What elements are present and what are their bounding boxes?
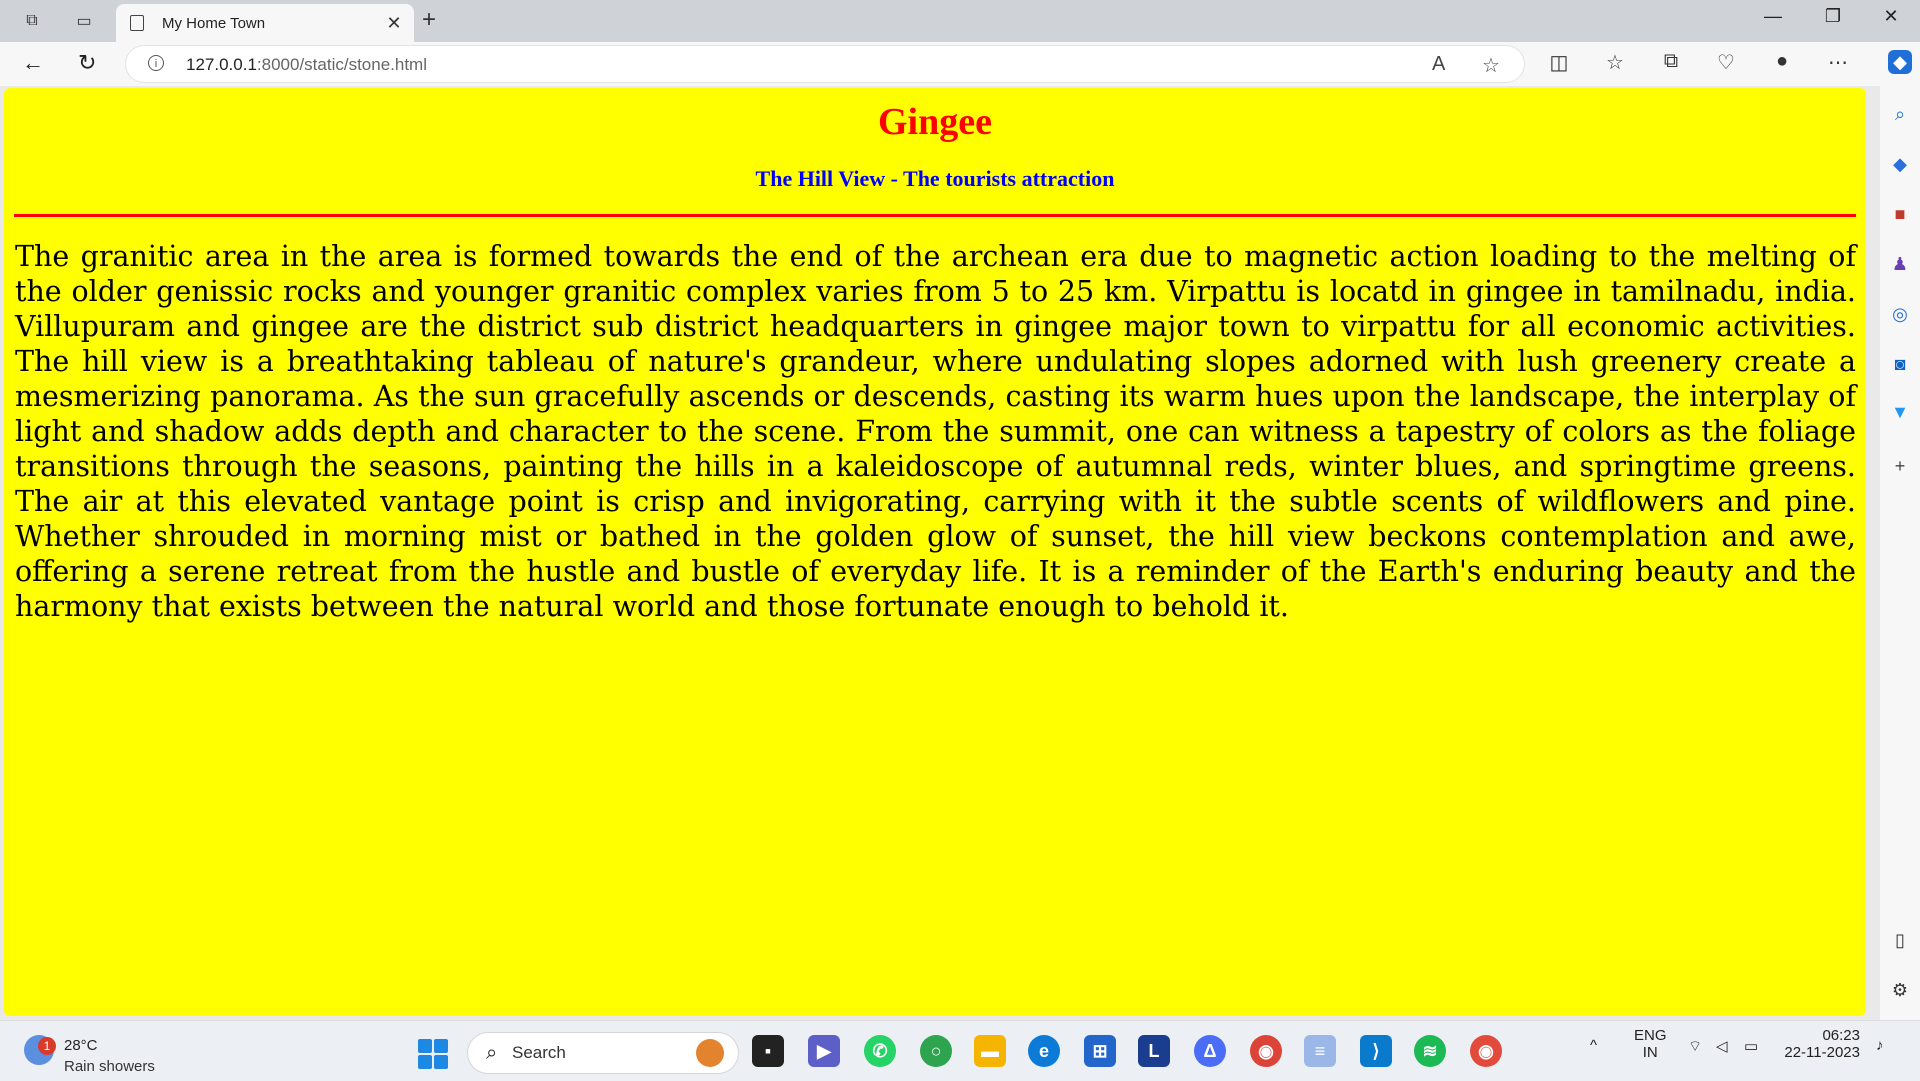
taskbar: 1 28°C Rain showers ⌕ Search ▪ ▶ ✆ ○ ▬ e… [0,1020,1920,1081]
vscode-icon[interactable]: ⟩ [1360,1035,1392,1067]
page-icon [130,15,144,31]
spotify-icon[interactable]: ≋ [1414,1035,1446,1067]
chrome-icon[interactable]: ◉ [1250,1035,1282,1067]
back-icon[interactable]: ← [22,50,44,76]
collections-icon[interactable]: ⧉ [1656,50,1686,73]
search-icon: ⌕ [486,1042,498,1064]
horizontal-rule [14,214,1856,217]
page-viewport: Gingee The Hill View - The tourists attr… [4,88,1866,1016]
browser-toolbar: ← ↻ i 127.0.0.1:8000/static/stone.html A… [0,42,1880,86]
clock[interactable]: 06:23 22-11-2023 [1784,1027,1860,1061]
weather-temp: 28°C [64,1037,98,1054]
copilot-icon[interactable]: ◆ [1888,50,1912,74]
favorites-icon[interactable]: ☆ [1600,50,1630,75]
hide-sidebar-icon[interactable]: ▯ [1888,928,1912,952]
chrome-profile-icon[interactable]: ◉ [1470,1035,1502,1067]
taskbar-search[interactable]: ⌕ Search [468,1033,738,1073]
minimize-button[interactable]: — [1750,6,1796,27]
microsoft-store-icon[interactable]: ⊞ [1084,1035,1116,1067]
tab-close-icon[interactable]: ✕ [382,13,406,34]
url-text: 127.0.0.1:8000/static/stone.html [186,55,427,75]
page-subtitle: The Hill View - The tourists attraction [755,166,1115,191]
restore-button[interactable]: ❐ [1810,6,1856,27]
battery-icon[interactable]: ▭ [1744,1037,1758,1055]
wifi-icon[interactable]: ⌔ [1688,1037,1702,1056]
delta-app-icon[interactable]: Δ [1194,1035,1226,1067]
read-aloud-icon[interactable]: A [1432,53,1445,76]
new-tab-button[interactable]: + [422,6,436,34]
start-button[interactable] [418,1039,448,1069]
tab-actions-icon[interactable]: ▭ [70,8,98,34]
l-app-icon[interactable]: L [1138,1035,1170,1067]
games-icon[interactable]: ♟ [1888,252,1912,276]
weather-badge: 1 [38,1037,56,1055]
profile-icon[interactable]: ● [1767,50,1797,73]
edge-sidebar: ◆ ⌕ ◆ ■ ♟ ◎ ◙ ▼ + ▯ ⚙ [1880,42,1920,1020]
search-icon[interactable]: ⌕ [1888,102,1912,126]
refresh-icon[interactable]: ↻ [78,50,96,76]
edge-icon[interactable]: e [1028,1035,1060,1067]
close-window-button[interactable]: ✕ [1868,6,1914,27]
site-info-icon[interactable]: i [148,55,164,71]
teams-icon[interactable]: ▶ [808,1035,840,1067]
weather-condition: Rain showers [64,1058,155,1075]
language-indicator[interactable]: ENG IN [1634,1027,1667,1061]
tab-title: My Home Town [162,14,266,32]
address-bar[interactable]: i 127.0.0.1:8000/static/stone.html A ☆ [126,46,1524,82]
url-host: 127.0.0.1 [186,55,257,74]
camu-icon[interactable]: ≡ [1304,1035,1336,1067]
sidebar-settings-icon[interactable]: ⚙ [1888,978,1912,1002]
task-view-icon[interactable]: ▪ [752,1035,784,1067]
language-region: IN [1642,1044,1658,1061]
search-highlight-icon [696,1039,724,1067]
circle-app-icon[interactable]: ○ [920,1035,952,1067]
browser-essentials-icon[interactable]: ♡ [1711,50,1741,75]
notification-bell-icon[interactable]: ♪ [1876,1037,1884,1054]
body-paragraph: The granitic area in the area is formed … [15,240,1856,623]
more-menu-icon[interactable]: ⋯ [1823,50,1853,75]
whatsapp-icon[interactable]: ✆ [864,1035,896,1067]
browser-titlebar: ⧉ ▭ My Home Town ✕ + — ❐ ✕ [0,0,1920,42]
favorite-star-icon[interactable]: ☆ [1482,53,1500,78]
language-code: ENG [1634,1027,1667,1044]
url-path: :8000/static/stone.html [256,55,427,74]
clock-time: 06:23 [1822,1027,1860,1044]
file-explorer-icon[interactable]: ▬ [974,1035,1006,1067]
split-screen-icon[interactable]: ◫ [1544,50,1574,75]
show-hidden-icons-icon[interactable]: ^ [1590,1037,1597,1054]
drop-icon[interactable]: ▼ [1888,400,1912,424]
outlook-icon[interactable]: ◙ [1888,352,1912,376]
microsoft365-icon[interactable]: ◎ [1888,302,1912,326]
tools-briefcase-icon[interactable]: ■ [1888,202,1912,226]
workspaces-icon[interactable]: ⧉ [18,8,46,34]
volume-icon[interactable]: ◁ [1716,1037,1728,1055]
add-sidebar-app-icon[interactable]: + [1888,454,1912,478]
page-title: Gingee [878,101,992,143]
tab-my-home-town[interactable]: My Home Town ✕ [116,4,414,42]
search-label: Search [512,1043,566,1062]
shopping-tag-icon[interactable]: ◆ [1888,152,1912,176]
clock-date: 22-11-2023 [1784,1044,1860,1061]
